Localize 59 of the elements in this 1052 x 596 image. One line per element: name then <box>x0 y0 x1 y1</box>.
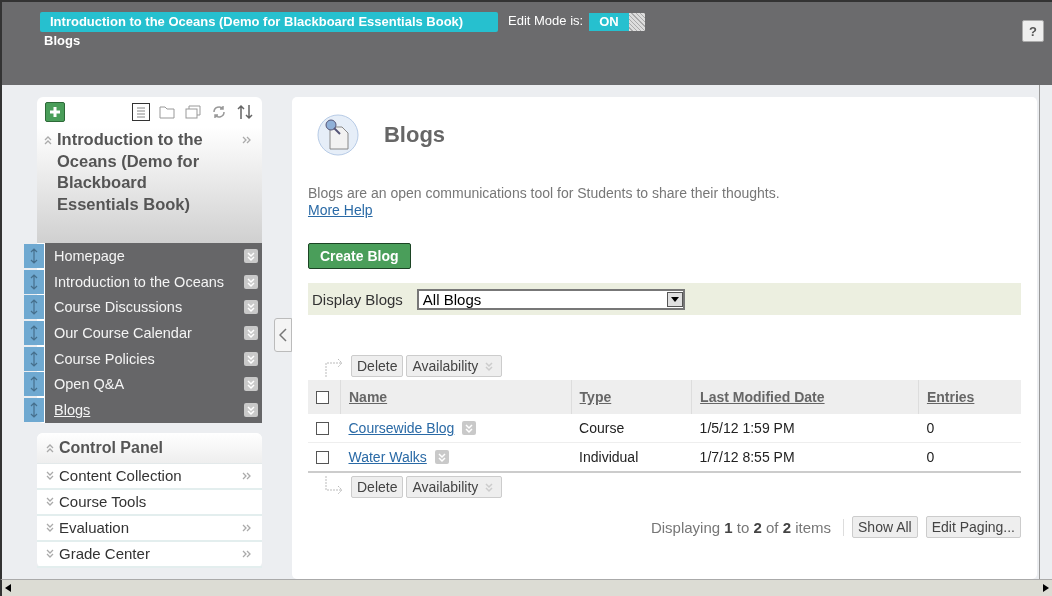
edit-paging-button[interactable]: Edit Paging... <box>925 516 1021 538</box>
paging-status: Displaying 1 to 2 of 2 items <box>650 518 845 536</box>
edit-mode-label: Edit Mode is: <box>508 13 584 28</box>
breadcrumb[interactable]: Blogs <box>40 33 498 48</box>
page-description: Blogs are an open communications tool for Students to share their thoughts. <box>308 185 781 201</box>
chevron-left-icon <box>279 328 287 342</box>
table-cell: Course <box>571 414 692 443</box>
show-all-button[interactable]: Show All <box>852 516 918 538</box>
item-options-icon[interactable] <box>244 402 258 417</box>
more-help-link[interactable]: More Help <box>308 202 373 218</box>
horizontal-scrollbar[interactable] <box>0 579 1052 596</box>
availability-button[interactable]: Availability <box>406 355 503 377</box>
table-cell: 0 <box>918 414 1021 443</box>
row-checkbox[interactable] <box>316 421 329 435</box>
blog-link[interactable]: Coursewide Blog <box>348 420 455 436</box>
drag-handle-icon[interactable] <box>24 320 44 345</box>
column-header[interactable]: Type <box>579 389 612 405</box>
drag-handle-icon[interactable] <box>24 346 44 371</box>
control-panel-item[interactable]: Evaluation <box>59 519 130 537</box>
item-options-icon[interactable] <box>244 377 258 392</box>
select-all-checkbox[interactable] <box>316 390 329 404</box>
pinned-page-icon <box>316 113 360 157</box>
list-view-icon[interactable] <box>132 103 150 121</box>
control-panel-item[interactable]: Content Collection <box>59 467 182 485</box>
control-panel-item[interactable]: Grade Center <box>59 545 150 563</box>
delete-button[interactable]: Delete <box>351 476 404 498</box>
menu-item[interactable]: Blogs <box>54 401 91 418</box>
item-options-icon[interactable] <box>244 351 258 366</box>
scroll-left-icon[interactable] <box>5 584 11 592</box>
row-checkbox[interactable] <box>316 450 329 464</box>
drag-handle-icon[interactable] <box>24 372 44 397</box>
page-title: Blogs <box>384 122 446 148</box>
item-options-icon[interactable] <box>244 300 258 315</box>
availability-button[interactable]: Availability <box>406 476 503 498</box>
drag-handle-icon[interactable] <box>24 269 44 294</box>
drag-handle-icon[interactable] <box>24 243 44 268</box>
table-cell: 1/7/12 8:55 PM <box>691 442 919 472</box>
table-cell: 0 <box>918 442 1021 472</box>
scroll-right-icon[interactable] <box>1043 584 1049 592</box>
blog-link[interactable]: Water Walks <box>348 449 427 465</box>
delete-button[interactable]: Delete <box>351 355 404 377</box>
plus-icon <box>49 106 61 118</box>
control-panel-item[interactable]: Course Tools <box>59 493 147 511</box>
filter-label: Display Blogs <box>312 290 403 308</box>
item-options-icon[interactable] <box>244 248 258 263</box>
table-cell: 1/5/12 1:59 PM <box>691 414 919 443</box>
help-button[interactable]: ? <box>1022 20 1044 42</box>
create-blog-button[interactable]: Create Blog <box>308 243 411 269</box>
display-blogs-dropdown[interactable]: All Blogs <box>416 288 685 310</box>
add-menu-item-button[interactable] <box>45 102 65 122</box>
item-options-icon[interactable] <box>244 274 258 289</box>
table-cell: Individual <box>571 442 692 472</box>
drag-handle-icon[interactable] <box>24 295 44 320</box>
item-options-icon[interactable] <box>244 325 258 340</box>
refresh-icon[interactable] <box>210 103 228 121</box>
column-header[interactable]: Name <box>349 389 388 405</box>
reorder-icon[interactable] <box>236 103 254 121</box>
drag-handle-icon[interactable] <box>24 397 44 422</box>
dropdown-arrow-icon <box>670 296 679 302</box>
